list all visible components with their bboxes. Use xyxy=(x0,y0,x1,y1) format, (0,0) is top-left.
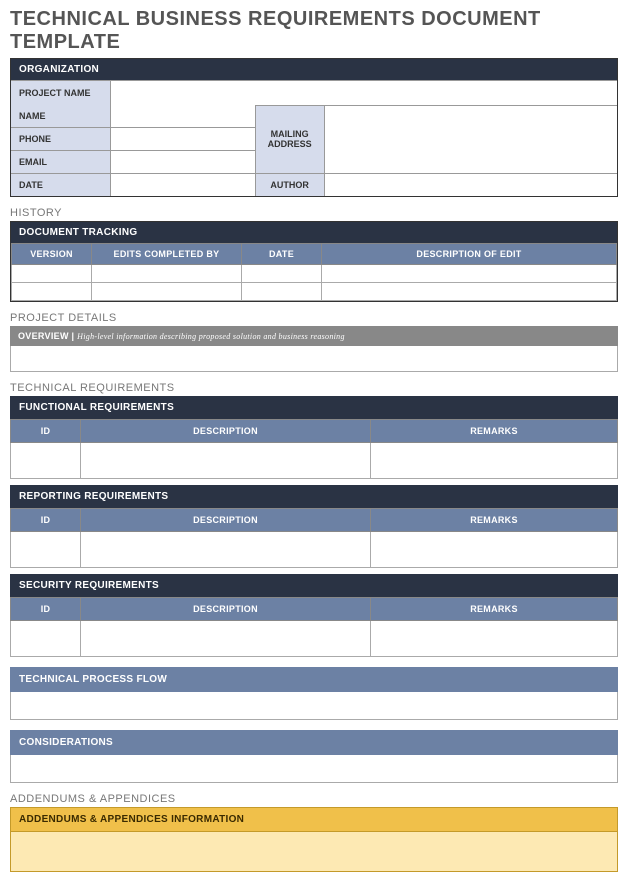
document-title: TECHNICAL BUSINESS REQUIREMENTS DOCUMENT… xyxy=(10,8,618,54)
project-name-label: PROJECT NAME xyxy=(11,81,111,105)
table-row[interactable] xyxy=(11,443,618,479)
mailing-address-label: MAILING ADDRESS xyxy=(255,105,325,173)
phone-input[interactable] xyxy=(111,128,255,150)
organization-header: ORGANIZATION xyxy=(11,59,617,80)
organization-panel: ORGANIZATION PROJECT NAME NAME PHONE EMA… xyxy=(10,58,618,197)
overview-header: OVERVIEW | High-level information descri… xyxy=(10,326,618,346)
col-desc-edit: DESCRIPTION OF EDIT xyxy=(322,244,617,265)
name-label: NAME xyxy=(11,105,111,127)
security-requirements-table: ID DESCRIPTION REMARKS xyxy=(10,597,618,657)
considerations-input[interactable] xyxy=(10,755,618,783)
history-section-label: HISTORY xyxy=(10,207,618,219)
col-remarks: REMARKS xyxy=(371,420,618,443)
col-version: VERSION xyxy=(12,244,92,265)
table-row[interactable] xyxy=(12,283,617,301)
col-id: ID xyxy=(11,420,81,443)
col-description: DESCRIPTION xyxy=(81,509,371,532)
technical-requirements-label: TECHNICAL REQUIREMENTS xyxy=(10,382,618,394)
addendums-label: ADDENDUMS & APPENDICES xyxy=(10,793,618,805)
addendums-header: ADDENDUMS & APPENDICES INFORMATION xyxy=(10,807,618,832)
mailing-address-input[interactable] xyxy=(325,105,617,173)
technical-process-flow-header: TECHNICAL PROCESS FLOW xyxy=(10,667,618,692)
table-row[interactable] xyxy=(11,532,618,568)
date-label: DATE xyxy=(11,174,111,196)
table-row[interactable] xyxy=(11,621,618,657)
col-description: DESCRIPTION xyxy=(81,420,371,443)
considerations-header: CONSIDERATIONS xyxy=(10,730,618,755)
col-remarks: REMARKS xyxy=(371,509,618,532)
date-input[interactable] xyxy=(111,174,255,196)
col-id: ID xyxy=(11,509,81,532)
table-row[interactable] xyxy=(12,265,617,283)
email-input[interactable] xyxy=(111,151,255,173)
addendums-input[interactable] xyxy=(10,832,618,872)
technical-process-flow-input[interactable] xyxy=(10,692,618,720)
functional-requirements-table: ID DESCRIPTION REMARKS xyxy=(10,419,618,479)
author-input[interactable] xyxy=(325,173,617,196)
name-input[interactable] xyxy=(111,105,255,127)
overview-hint: High-level information describing propos… xyxy=(77,332,345,341)
overview-label: OVERVIEW xyxy=(18,331,69,341)
col-id: ID xyxy=(11,598,81,621)
email-label: EMAIL xyxy=(11,151,111,173)
functional-requirements-header: FUNCTIONAL REQUIREMENTS xyxy=(10,396,618,419)
history-table: VERSION EDITS COMPLETED BY DATE DESCRIPT… xyxy=(11,243,617,301)
security-requirements-header: SECURITY REQUIREMENTS xyxy=(10,574,618,597)
project-details-label: PROJECT DETAILS xyxy=(10,312,618,324)
author-label: AUTHOR xyxy=(255,173,325,196)
col-date: DATE xyxy=(242,244,322,265)
col-remarks: REMARKS xyxy=(371,598,618,621)
phone-label: PHONE xyxy=(11,128,111,150)
project-name-input[interactable] xyxy=(111,81,617,105)
document-tracking-header: DOCUMENT TRACKING xyxy=(11,222,617,243)
col-description: DESCRIPTION xyxy=(81,598,371,621)
reporting-requirements-table: ID DESCRIPTION REMARKS xyxy=(10,508,618,568)
history-panel: DOCUMENT TRACKING VERSION EDITS COMPLETE… xyxy=(10,221,618,302)
overview-input[interactable] xyxy=(10,346,618,372)
col-edits-by: EDITS COMPLETED BY xyxy=(92,244,242,265)
reporting-requirements-header: REPORTING REQUIREMENTS xyxy=(10,485,618,508)
